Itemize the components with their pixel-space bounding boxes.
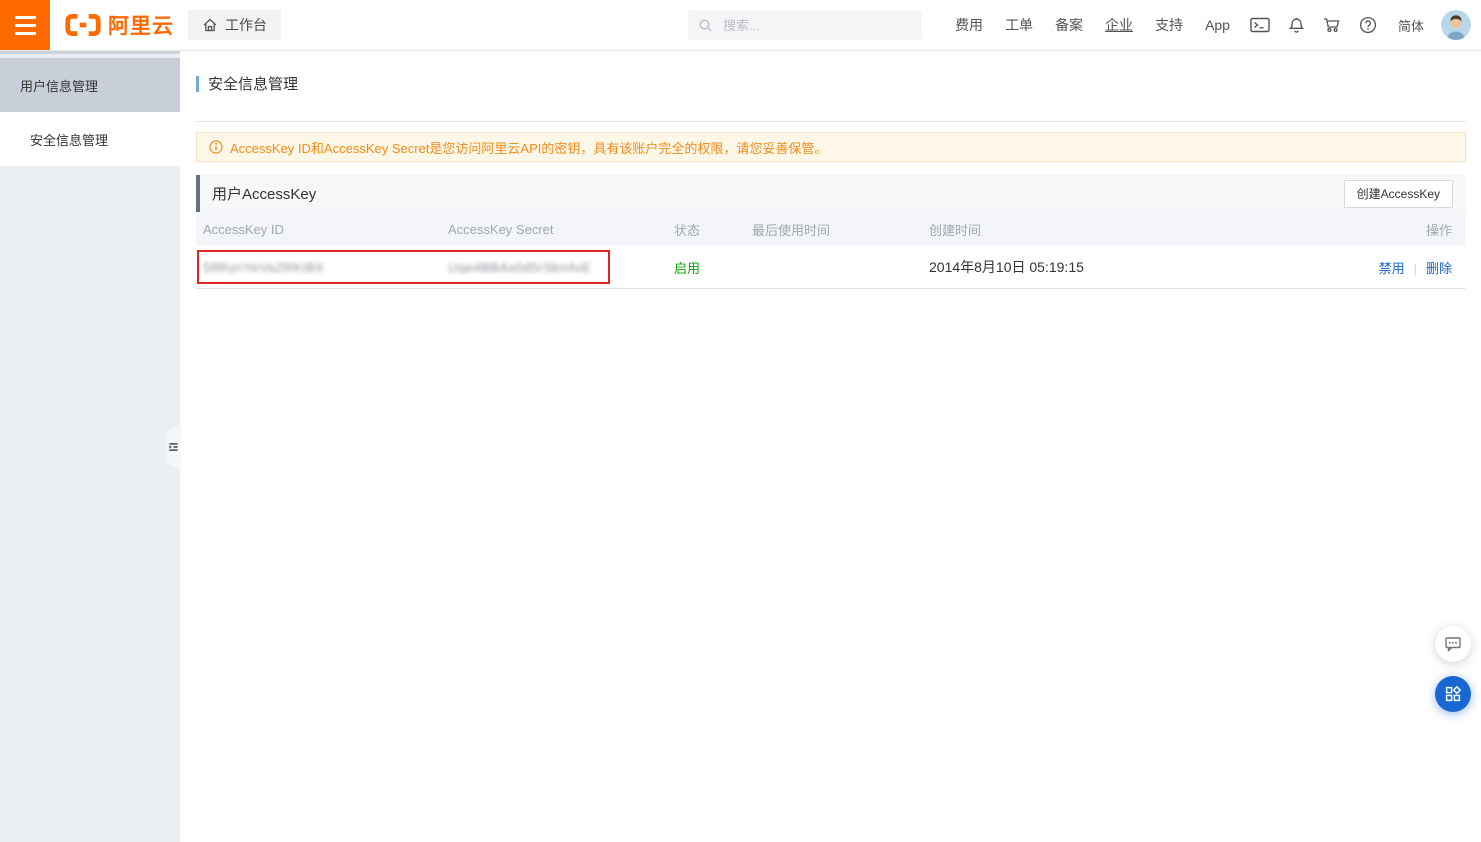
title-divider [196,121,1466,122]
col-header-actions: 操作 [1356,220,1466,239]
action-separator: | [1414,261,1417,276]
nav-item-app[interactable]: App [1194,17,1241,33]
page-title-text: 安全信息管理 [208,73,298,94]
aliyun-logo-text: 阿里云 [108,10,174,40]
col-header-last-used: 最后使用时间 [745,220,922,239]
question-circle-icon[interactable] [1350,16,1386,34]
title-accent-bar [196,76,199,92]
disable-link[interactable]: 禁用 [1379,261,1405,276]
col-header-created: 创建时间 [922,220,1356,239]
status-cell: 启用 [667,258,745,277]
main-content: 安全信息管理 AccessKey ID和AccessKey Secret是您访问… [180,51,1481,842]
table-header-row: AccessKey ID AccessKey Secret 状态 最后使用时间 … [196,212,1466,246]
warning-text: AccessKey ID和AccessKey Secret是您访问阿里云API的… [230,138,827,157]
section-title: 用户AccessKey [212,183,316,204]
accesskey-warning-banner: AccessKey ID和AccessKey Secret是您访问阿里云API的… [196,132,1466,162]
language-toggle[interactable]: 简体 [1386,16,1436,35]
table-row: 58RyriYeVa2RKIBX Uqe4BBAs0d5rSkn4vE 启用 2… [196,246,1466,289]
nav-item-support[interactable]: 支持 [1144,15,1194,35]
speech-bubble-icon [1443,634,1463,654]
col-header-accesskey-secret: AccessKey Secret [441,222,667,237]
menu-icon [15,24,36,27]
accesskey-secret-cell: Uqe4BBAs0d5rSkn4vE [441,260,667,275]
actions-cell: 禁用 | 删除 [1356,258,1466,277]
sidebar-item-label: 安全信息管理 [30,130,108,149]
sidebar-item-security-info[interactable]: 安全信息管理 [0,112,180,166]
col-header-accesskey-id: AccessKey ID [196,222,441,237]
sidebar-collapse-icon [168,441,179,453]
aliyun-logo[interactable]: 阿里云 [63,10,174,40]
magnifier-icon [698,18,713,33]
app-grid-icon [1443,684,1463,704]
sidebar-collapse-handle[interactable] [166,424,181,470]
bell-icon[interactable] [1279,17,1314,34]
page-title: 安全信息管理 [196,73,1466,94]
left-sidebar: 用户信息管理 安全信息管理 [0,51,180,842]
menu-icon [15,16,36,19]
menu-icon [15,32,36,35]
accesskey-id-masked-value: 58RyriYeVa2RKIBX [203,260,324,275]
nav-item-icp[interactable]: 备案 [1044,15,1094,35]
nav-item-enterprise[interactable]: 企业 [1094,15,1144,35]
sidebar-item-label: 用户信息管理 [20,76,98,95]
navbar-right: 费用 工单 备案 企业 支持 App [944,10,1481,40]
created-time-cell: 2014年8月10日 05:19:15 [922,257,1356,277]
info-circle-icon [209,140,223,154]
hamburger-menu-button[interactable] [0,0,50,50]
terminal-icon[interactable] [1241,17,1279,33]
accesskey-table: AccessKey ID AccessKey Secret 状态 最后使用时间 … [196,212,1466,289]
user-avatar[interactable] [1441,10,1471,40]
accesskey-secret-masked-value: Uqe4BBAs0d5rSkn4vE [448,260,591,275]
delete-link[interactable]: 删除 [1426,261,1452,276]
aliyun-logo-brackets-icon [63,12,103,38]
nav-item-tickets[interactable]: 工单 [994,15,1044,35]
top-navbar: 阿里云 工作台 费用 工单 备案 企业 支持 App [0,0,1481,51]
workbench-label: 工作台 [225,15,267,35]
search-input[interactable] [721,17,912,34]
nav-item-billing[interactable]: 费用 [944,15,994,35]
shopping-cart-icon[interactable] [1314,17,1350,33]
sidebar-item-user-info[interactable]: 用户信息管理 [0,58,180,112]
accesskey-section-header: 用户AccessKey 创建AccessKey [196,175,1466,212]
global-search[interactable] [688,10,922,40]
home-icon [202,17,218,33]
quick-apps-button[interactable] [1435,676,1471,712]
col-header-status: 状态 [667,220,745,239]
status-badge: 启用 [674,261,700,276]
feedback-chat-button[interactable] [1435,626,1471,662]
accesskey-id-cell: 58RyriYeVa2RKIBX [196,260,441,275]
workbench-button[interactable]: 工作台 [188,10,281,40]
create-accesskey-button[interactable]: 创建AccessKey [1344,180,1453,208]
